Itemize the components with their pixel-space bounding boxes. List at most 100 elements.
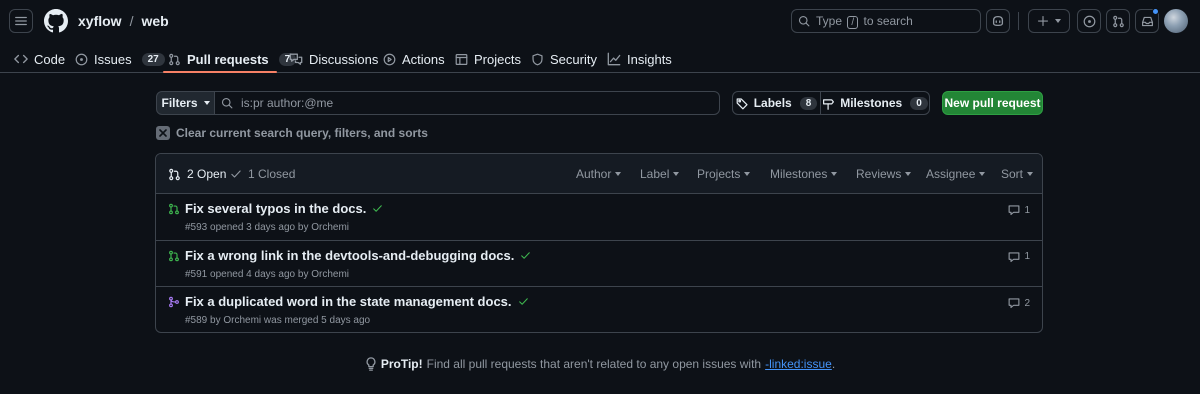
check-icon[interactable]	[372, 203, 383, 214]
tab-security[interactable]: Security	[531, 48, 597, 70]
search-prefix-text: Type	[816, 13, 843, 28]
closed-filter-link[interactable]: 1 Closed	[230, 167, 295, 181]
check-icon[interactable]	[518, 296, 529, 307]
tab-projects[interactable]: Projects	[455, 48, 521, 70]
issues-count-badge: 27	[141, 52, 165, 66]
chevron-down-icon	[905, 172, 912, 176]
git-pull-request-open-icon	[169, 250, 179, 261]
avatar[interactable]	[1164, 9, 1188, 33]
clear-filters-label: Clear current search query, filters, and…	[176, 126, 428, 140]
milestones-count-badge: 0	[910, 96, 928, 110]
copilot-icon	[992, 15, 1004, 27]
comment-icon	[1009, 298, 1020, 309]
pull-requests-shortcut-button[interactable]	[1106, 9, 1130, 33]
hamburger-icon	[15, 16, 27, 26]
pr-list: 2 Open 1 Closed Author Label Projects Mi…	[155, 153, 1043, 333]
shield-icon	[532, 53, 543, 65]
list-item: Fix a duplicated word in the state manag…	[156, 287, 1042, 332]
open-count-label: 2 Open	[187, 167, 227, 181]
light-bulb-icon	[366, 357, 376, 371]
copilot-button[interactable]	[986, 9, 1010, 33]
tab-security-label: Security	[550, 51, 597, 67]
play-icon	[383, 53, 396, 65]
check-icon	[231, 170, 241, 178]
pr-title-link[interactable]: Fix several typos in the docs.	[185, 201, 383, 216]
label-select-label: Label	[640, 167, 670, 181]
search-suffix-text: to search	[863, 13, 913, 28]
protip-text: Find all pull requests that aren't relat…	[426, 357, 762, 371]
owner-link[interactable]: xyflow	[78, 13, 122, 29]
assignee-select[interactable]: Assignee	[926, 167, 986, 181]
pr-search-field[interactable]	[214, 91, 720, 115]
github-logo-icon[interactable]	[44, 9, 68, 33]
git-pull-request-open-icon	[169, 203, 179, 215]
labels-button[interactable]: Labels 8	[732, 91, 821, 115]
tab-code-label: Code	[34, 51, 66, 67]
comments-link[interactable]: 1	[1008, 251, 1030, 263]
tab-pull-requests[interactable]: Pull requests 7	[168, 48, 297, 70]
comments-link[interactable]: 1	[1008, 204, 1030, 216]
comment-icon	[1009, 251, 1020, 262]
notification-indicator	[1152, 8, 1159, 15]
chevron-down-icon	[673, 172, 680, 176]
list-item: Fix a wrong link in the devtools-and-deb…	[156, 241, 1042, 287]
protip-link[interactable]: -linked:issue	[765, 357, 832, 371]
inbox-icon	[1141, 16, 1153, 26]
hamburger-menu-button[interactable]	[9, 9, 33, 33]
sort-select-label: Sort	[1001, 167, 1024, 181]
open-filter-link[interactable]: 2 Open	[168, 167, 226, 181]
reviews-select[interactable]: Reviews	[856, 167, 912, 181]
tab-actions[interactable]: Actions	[383, 48, 445, 70]
issue-opened-icon	[75, 53, 88, 65]
tab-insights[interactable]: Insights	[607, 48, 672, 70]
new-pull-request-button[interactable]: New pull request	[942, 91, 1043, 115]
closed-count-label: 1 Closed	[248, 167, 296, 181]
issues-shortcut-button[interactable]	[1077, 9, 1101, 33]
check-icon[interactable]	[520, 250, 531, 261]
pr-title: Fix a wrong link in the devtools-and-deb…	[185, 247, 515, 263]
tab-actions-label: Actions	[402, 51, 445, 67]
assignee-select-label: Assignee	[926, 167, 976, 181]
global-search-input[interactable]: Type / to search	[791, 9, 981, 33]
filters-button[interactable]: Filters	[156, 91, 215, 115]
git-pull-request-icon	[1112, 15, 1124, 27]
tab-discussions[interactable]: Discussions	[289, 48, 378, 70]
tab-code[interactable]: Code	[14, 48, 65, 70]
table-icon	[455, 53, 468, 65]
search-placeholder: Type / to search	[816, 14, 913, 29]
create-new-button[interactable]	[1028, 9, 1070, 33]
sort-select[interactable]: Sort	[1001, 167, 1034, 181]
tag-icon	[736, 97, 748, 109]
pr-title-link[interactable]: Fix a duplicated word in the state manag…	[185, 294, 529, 309]
comments-link[interactable]: 2	[1008, 297, 1030, 309]
milestones-button[interactable]: Milestones 0	[820, 91, 930, 115]
repo-link[interactable]: web	[141, 13, 168, 29]
protip: ProTip! Find all pull requests that aren…	[0, 357, 1200, 371]
label-select[interactable]: Label	[640, 167, 680, 181]
protip-label: ProTip!	[380, 357, 423, 371]
pr-title-link[interactable]: Fix a wrong link in the devtools-and-deb…	[185, 248, 531, 263]
comment-count: 2	[1024, 297, 1030, 309]
plus-icon	[1037, 15, 1049, 27]
projects-select[interactable]: Projects	[697, 167, 751, 181]
milestones-select[interactable]: Milestones	[770, 167, 838, 181]
pr-meta: #589 by Orchemi was merged 5 days ago	[185, 315, 371, 326]
reviews-select-label: Reviews	[856, 167, 902, 181]
list-item: Fix several typos in the docs. #593 open…	[156, 194, 1042, 241]
milestone-icon	[823, 98, 835, 110]
projects-select-label: Projects	[697, 167, 741, 181]
chevron-down-icon	[615, 172, 622, 176]
repo-nav: Code Issues 27 Pull requests 7 Discussio…	[0, 42, 1200, 73]
clear-filters-link[interactable]: Clear current search query, filters, and…	[156, 126, 428, 140]
global-header: xyflow / web Type / to search	[0, 0, 1200, 42]
pr-search-input[interactable]	[241, 96, 701, 110]
author-select[interactable]: Author	[576, 167, 622, 181]
tab-issues[interactable]: Issues 27	[75, 48, 165, 70]
chevron-down-icon	[1027, 172, 1034, 176]
protip-end: .	[831, 357, 836, 371]
author-select-label: Author	[576, 167, 612, 181]
git-pull-request-icon	[169, 53, 180, 65]
chevron-down-icon	[1055, 19, 1061, 23]
chevron-down-icon	[744, 172, 751, 176]
repo-breadcrumb: xyflow / web	[78, 13, 169, 29]
